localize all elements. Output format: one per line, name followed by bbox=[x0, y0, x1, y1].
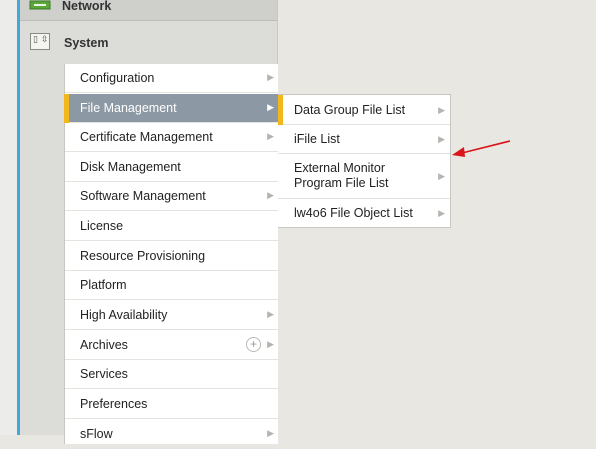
menu-item-label: Software Management bbox=[80, 189, 206, 203]
active-marker bbox=[64, 94, 69, 123]
menu-item-configuration[interactable]: Configuration ▶ bbox=[65, 64, 278, 93]
menu-item-disk-management[interactable]: Disk Management bbox=[65, 153, 278, 182]
submenu-item-external-monitor-program-file-list[interactable]: External Monitor Program File List ▶ bbox=[278, 154, 450, 199]
menu-item-certificate-management[interactable]: Certificate Management ▶ bbox=[65, 123, 278, 152]
chevron-right-icon: ▶ bbox=[438, 134, 445, 144]
menu-item-software-management[interactable]: Software Management ▶ bbox=[65, 182, 278, 211]
menu-item-label: sFlow bbox=[80, 427, 113, 441]
file-management-submenu: Data Group File List ▶ iFile List ▶ Exte… bbox=[278, 94, 451, 228]
nav-item-system[interactable]: ▯ ⇳ System bbox=[20, 28, 277, 58]
chevron-right-icon: ▶ bbox=[267, 72, 274, 82]
plus-circle-icon[interactable]: + bbox=[246, 337, 261, 352]
nav-label-system: System bbox=[64, 36, 109, 50]
menu-item-services[interactable]: Services bbox=[65, 360, 278, 389]
red-arrow-annotation bbox=[452, 140, 511, 157]
chevron-right-icon: ▶ bbox=[267, 339, 274, 349]
chevron-right-icon: ▶ bbox=[438, 105, 445, 115]
nav-label-network: Network bbox=[62, 0, 112, 13]
submenu-item-label: iFile List bbox=[294, 132, 340, 146]
chevron-right-icon: ▶ bbox=[267, 428, 274, 438]
menu-item-label: Preferences bbox=[80, 397, 148, 411]
menu-item-label: File Management bbox=[80, 101, 177, 115]
menu-item-high-availability[interactable]: High Availability ▶ bbox=[65, 301, 278, 330]
active-marker bbox=[278, 95, 283, 125]
chevron-right-icon: ▶ bbox=[267, 131, 274, 141]
left-strip bbox=[0, 0, 17, 435]
menu-item-label: Platform bbox=[80, 278, 127, 292]
chevron-right-icon: ▶ bbox=[438, 171, 445, 181]
menu-item-label: Configuration bbox=[80, 71, 155, 85]
system-icon: ▯ ⇳ bbox=[30, 33, 50, 50]
submenu-item-label: lw4o6 File Object List bbox=[294, 206, 413, 220]
menu-item-label: Certificate Management bbox=[80, 130, 213, 144]
menu-item-label: Archives bbox=[80, 338, 128, 352]
menu-item-platform[interactable]: Platform bbox=[65, 271, 278, 300]
chevron-right-icon: ▶ bbox=[267, 309, 274, 319]
system-submenu: Configuration ▶ File Management ▶ Certif… bbox=[64, 64, 278, 449]
menu-item-label: Resource Provisioning bbox=[80, 249, 206, 263]
menu-item-license[interactable]: License bbox=[65, 212, 278, 241]
menu-item-label: High Availability bbox=[80, 308, 168, 322]
network-icon bbox=[29, 0, 51, 10]
submenu-item-data-group-file-list[interactable]: Data Group File List ▶ bbox=[278, 95, 450, 125]
menu-item-label: Services bbox=[80, 367, 128, 381]
submenu-item-label: External Monitor Program File List bbox=[294, 161, 389, 190]
chevron-right-icon: ▶ bbox=[438, 208, 445, 218]
submenu-item-ifile-list[interactable]: iFile List ▶ bbox=[278, 125, 450, 154]
menu-item-file-management[interactable]: File Management ▶ bbox=[64, 94, 278, 123]
menu-item-label: License bbox=[80, 219, 124, 233]
chevron-right-icon: ▶ bbox=[267, 190, 274, 200]
nav-item-network[interactable]: Network bbox=[20, 0, 277, 21]
menu-item-preferences[interactable]: Preferences bbox=[65, 390, 278, 419]
menu-item-resource-provisioning[interactable]: Resource Provisioning bbox=[65, 242, 278, 271]
menu-item-label: Disk Management bbox=[80, 160, 181, 174]
submenu-item-lw4o6-file-object-list[interactable]: lw4o6 File Object List ▶ bbox=[278, 199, 450, 228]
menu-item-archives[interactable]: Archives + ▶ bbox=[65, 331, 278, 360]
submenu-item-label: Data Group File List bbox=[294, 103, 406, 117]
chevron-right-icon: ▶ bbox=[267, 102, 274, 112]
